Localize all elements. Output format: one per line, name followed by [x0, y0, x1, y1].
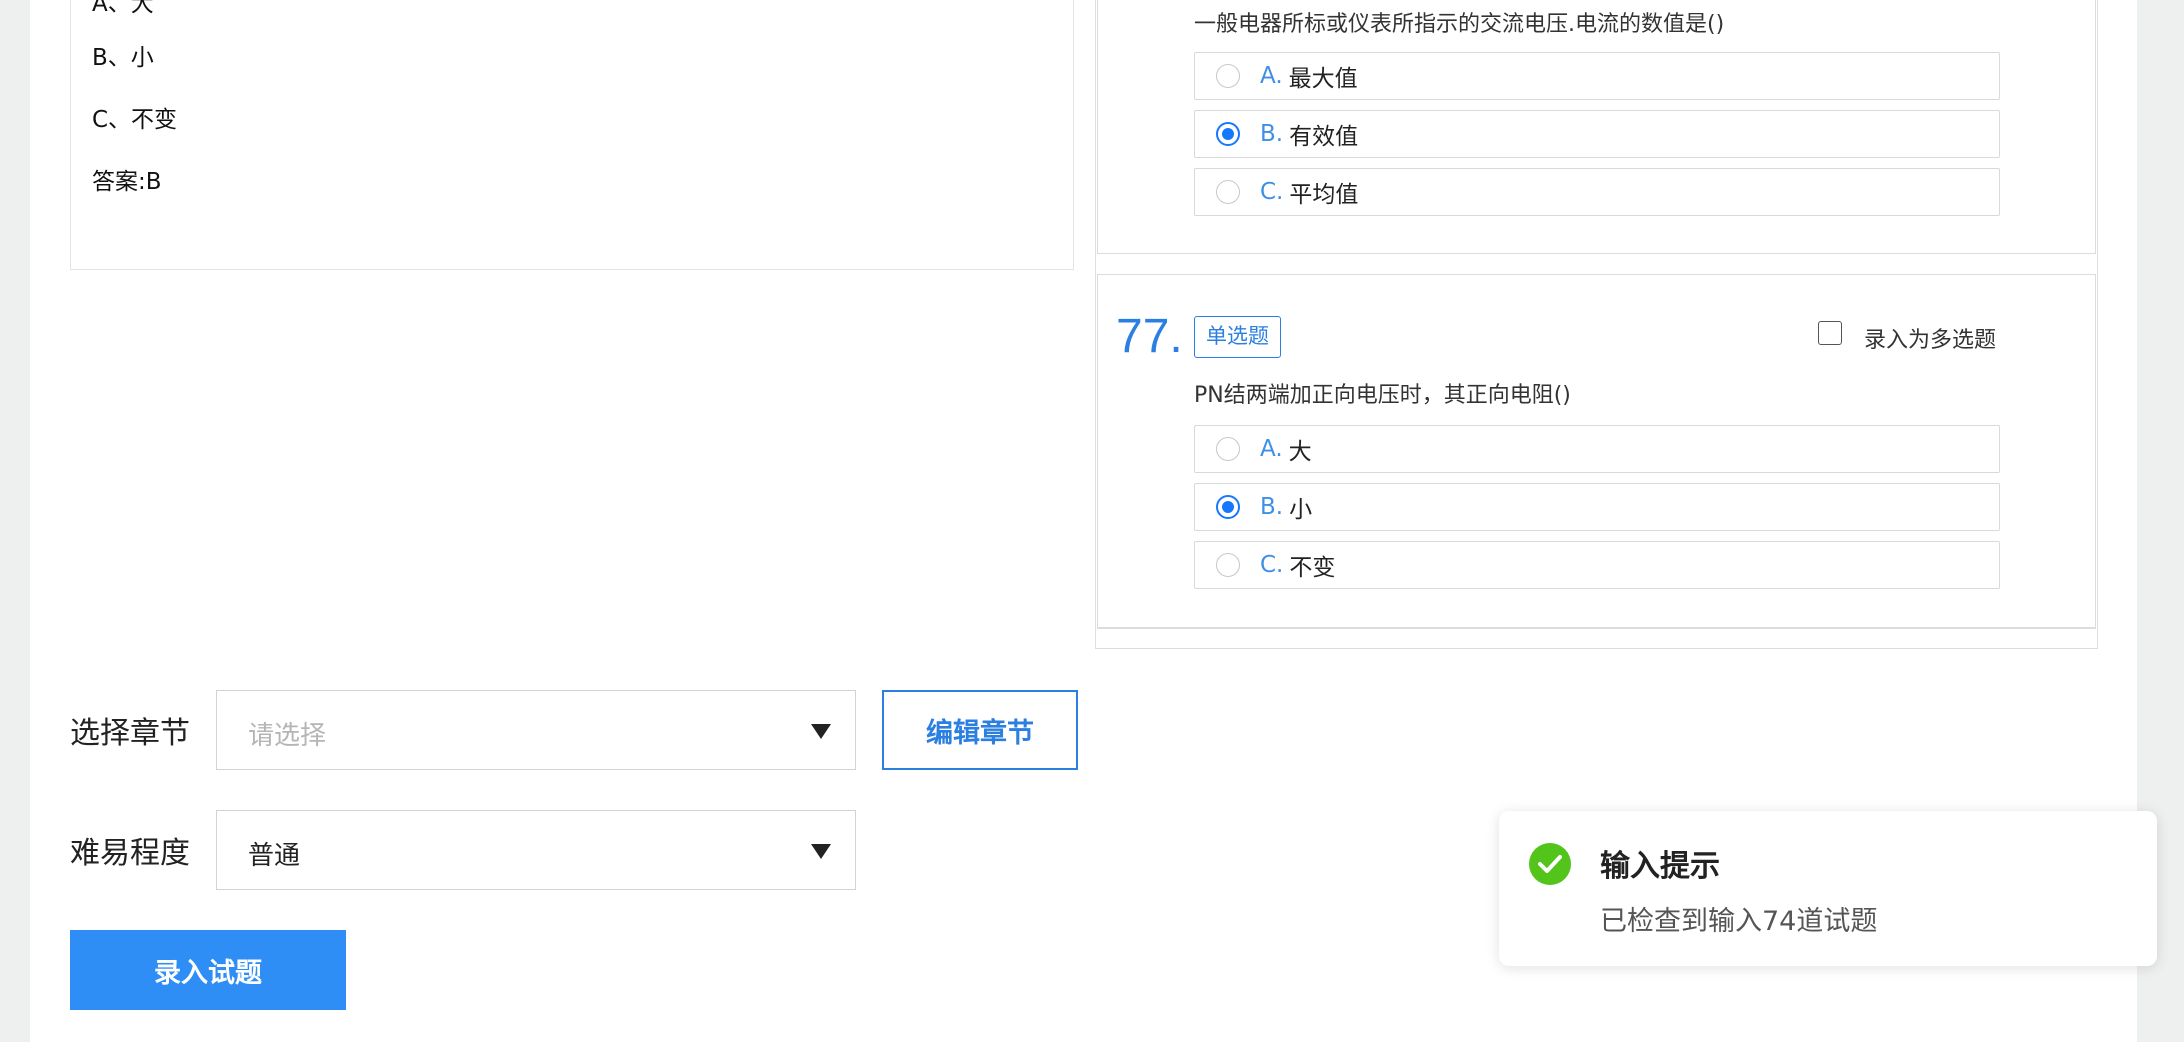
option-letter: C.: [1260, 552, 1284, 578]
submit-questions-button[interactable]: 录入试题: [70, 930, 346, 1010]
difficulty-label: 难易程度: [70, 836, 190, 871]
question-text: PN结两端加正向电压时，其正向电阻(): [1194, 383, 1571, 408]
chapter-label: 选择章节: [70, 716, 190, 751]
difficulty-value: 普通: [248, 841, 301, 871]
option-a[interactable]: A. 最大值: [1194, 52, 2000, 100]
radio-button[interactable]: [1216, 553, 1240, 577]
question-text: 一般电器所标或仪表所指示的交流电压.电流的数值是(): [1194, 12, 1725, 37]
option-letter: A.: [1260, 436, 1283, 462]
option-c[interactable]: C. 不变: [1194, 541, 2000, 589]
option-text: 平均值: [1289, 182, 1359, 208]
notification-title: 输入提示: [1600, 849, 1720, 884]
option-b[interactable]: B. 小: [1194, 483, 2000, 531]
divider: [1097, 628, 2096, 629]
dropdown-arrow-icon: [811, 844, 831, 859]
question-card: 一般电器所标或仪表所指示的交流电压.电流的数值是() A. 最大值 B. 有效值…: [1097, 0, 2096, 254]
question-number: 77.: [1116, 310, 1183, 363]
text-preview-panel: A、大 B、小 C、不变 答案:B: [70, 0, 1074, 270]
radio-button-checked[interactable]: [1216, 122, 1240, 146]
preview-line: C、不变: [92, 107, 178, 133]
chapter-select[interactable]: 请选择: [216, 690, 856, 770]
option-letter: C.: [1260, 179, 1284, 205]
option-text: 大: [1288, 439, 1312, 465]
preview-line: B、小: [92, 45, 154, 71]
option-letter: B.: [1260, 121, 1284, 147]
option-c[interactable]: C. 平均值: [1194, 168, 2000, 216]
dropdown-arrow-icon: [811, 724, 831, 739]
option-text: 小: [1289, 497, 1313, 523]
divider: [1097, 648, 2096, 649]
radio-button[interactable]: [1216, 180, 1240, 204]
chapter-placeholder: 请选择: [248, 721, 327, 751]
option-b[interactable]: B. 有效值: [1194, 110, 2000, 158]
radio-button[interactable]: [1216, 64, 1240, 88]
option-text: 有效值: [1289, 124, 1359, 150]
option-text: 最大值: [1288, 66, 1358, 92]
option-a[interactable]: A. 大: [1194, 425, 2000, 473]
question-card: 77. 单选题 录入为多选题 PN结两端加正向电压时，其正向电阻() A. 大 …: [1097, 274, 2096, 628]
multi-choice-label[interactable]: 录入为多选题: [1864, 322, 1996, 354]
preview-line: A、大: [92, 0, 154, 17]
option-text: 不变: [1289, 555, 1336, 581]
notification-message: 已检查到输入74道试题: [1600, 906, 1878, 937]
radio-button-checked[interactable]: [1216, 495, 1240, 519]
option-letter: A.: [1260, 63, 1283, 89]
radio-button[interactable]: [1216, 437, 1240, 461]
check-circle-icon: [1529, 843, 1571, 885]
difficulty-select[interactable]: 普通: [216, 810, 856, 890]
preview-line: 答案:B: [92, 169, 162, 195]
option-letter: B.: [1260, 494, 1284, 520]
notification-toast: 输入提示 已检查到输入74道试题: [1499, 811, 2157, 966]
multi-choice-checkbox[interactable]: [1818, 321, 1842, 345]
question-type-badge: 单选题: [1194, 316, 1281, 358]
edit-chapter-button[interactable]: 编辑章节: [882, 690, 1078, 770]
